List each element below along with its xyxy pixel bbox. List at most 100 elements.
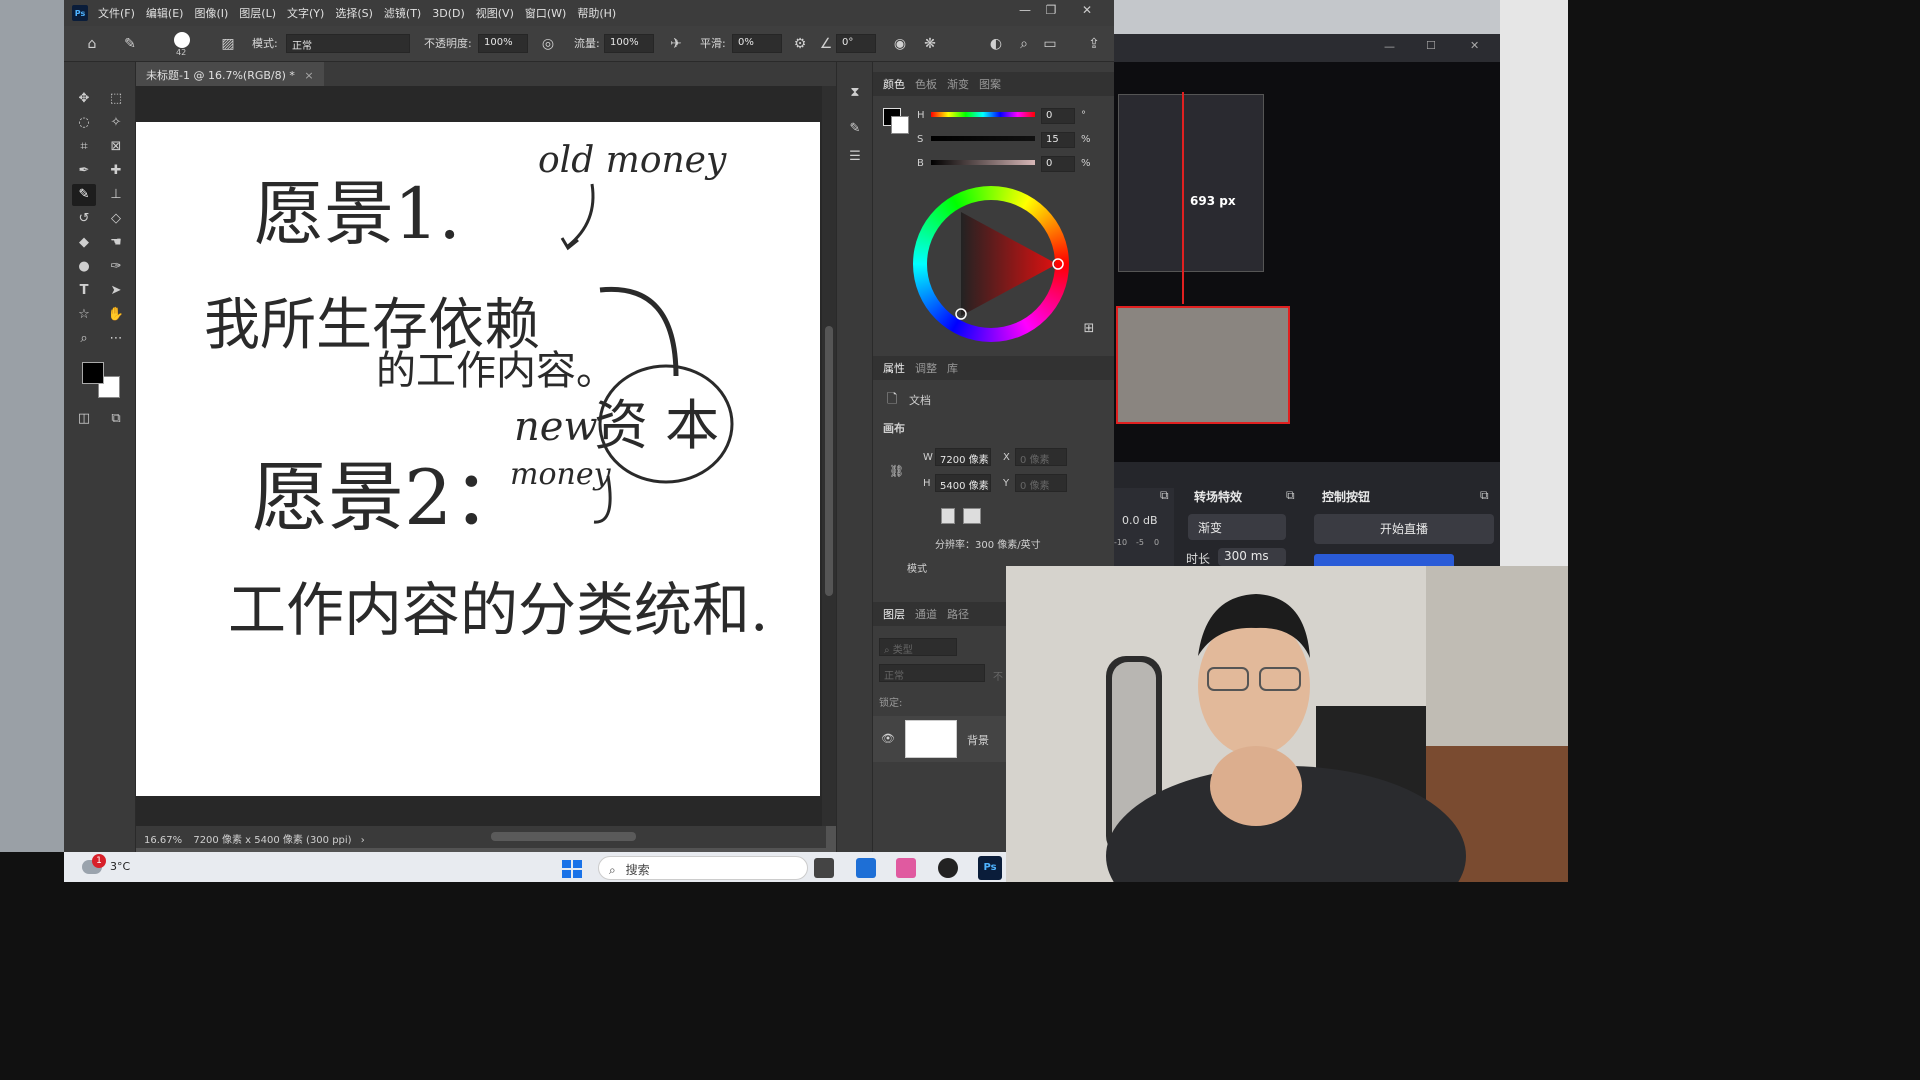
- tab-channels[interactable]: 通道: [915, 606, 937, 622]
- dodge-tool-icon[interactable]: ●: [72, 256, 96, 278]
- obs-preview[interactable]: 693 px: [1114, 62, 1500, 462]
- photoshop-taskbar-icon[interactable]: Ps: [978, 856, 1002, 880]
- zoom-tool-icon[interactable]: ⌕: [72, 328, 96, 350]
- mode-select[interactable]: 正常: [286, 34, 410, 53]
- brush-tool-icon[interactable]: ✎: [72, 184, 96, 206]
- tab-adjustments[interactable]: 调整: [915, 360, 937, 376]
- layer-filter-input[interactable]: ⌕ 类型: [879, 638, 957, 656]
- menu-edit[interactable]: 编辑(E): [146, 5, 184, 21]
- eyedropper-tool-icon[interactable]: ✒: [72, 160, 96, 182]
- magic-wand-tool-icon[interactable]: ✧: [104, 112, 128, 134]
- menu-image[interactable]: 图像(I): [194, 5, 228, 21]
- learn-icon[interactable]: ◐: [986, 34, 1006, 54]
- adjust-panel-icon[interactable]: ☰: [843, 146, 867, 168]
- canvas-width-input[interactable]: 7200 像素: [935, 448, 991, 466]
- screen-mode-icon[interactable]: ⧉: [104, 408, 128, 430]
- b-slider[interactable]: [931, 160, 1035, 165]
- zoom-level[interactable]: 16.67%: [144, 835, 182, 846]
- quick-mask-icon[interactable]: ◫: [72, 408, 96, 430]
- opacity-input[interactable]: 100%: [478, 34, 528, 53]
- share-icon[interactable]: ⇪: [1084, 34, 1104, 54]
- horizontal-scroll-thumb[interactable]: [491, 832, 636, 841]
- lasso-tool-icon[interactable]: ◌: [72, 112, 96, 134]
- frame-tool-icon[interactable]: ⊠: [104, 136, 128, 158]
- portrait-icon[interactable]: [941, 508, 955, 524]
- menu-window[interactable]: 窗口(W): [525, 5, 566, 21]
- obs-maximize-icon[interactable]: ☐: [1426, 39, 1436, 52]
- taskbar-search-box[interactable]: ⌕ 搜索: [598, 856, 808, 880]
- workspace-icon[interactable]: ▭: [1040, 34, 1060, 54]
- tab-color[interactable]: 颜色: [883, 76, 905, 92]
- app-icon-1[interactable]: [856, 858, 876, 878]
- weather-temp[interactable]: 3°C: [110, 860, 130, 873]
- transition-select[interactable]: 渐变: [1188, 514, 1286, 540]
- brush-preset-icon[interactable]: ✎: [120, 34, 140, 54]
- stamp-tool-icon[interactable]: ⊥: [104, 184, 128, 206]
- color-wheel[interactable]: [913, 186, 1069, 342]
- brush-tip-icon[interactable]: [174, 32, 190, 48]
- angle-input[interactable]: 0°: [836, 34, 876, 53]
- paint-bucket-tool-icon[interactable]: ◆: [72, 232, 96, 254]
- canvas[interactable]: 愿景1. old money 我所生存依赖 的工作内容。 new 资 本 愿景2…: [136, 122, 820, 796]
- hand-tool-icon[interactable]: ✋: [104, 304, 128, 326]
- tab-libraries[interactable]: 库: [947, 360, 958, 376]
- type-tool-icon[interactable]: T: [72, 280, 96, 302]
- expand-icon[interactable]: ⊞: [1077, 318, 1101, 340]
- crop-tool-icon[interactable]: ⌗: [72, 136, 96, 158]
- layer-row[interactable]: 👁 背景: [873, 716, 1007, 762]
- obs-minimize-icon[interactable]: —: [1384, 40, 1395, 53]
- b-input[interactable]: 0: [1041, 156, 1075, 172]
- color-triangle[interactable]: [913, 186, 1069, 342]
- tab-properties[interactable]: 属性: [883, 360, 905, 376]
- h-input[interactable]: 0: [1041, 108, 1075, 124]
- document-tab[interactable]: 未标题-1 @ 16.7%(RGB/8) * ×: [136, 62, 324, 86]
- start-stream-button[interactable]: 开始直播: [1314, 514, 1494, 544]
- menu-help[interactable]: 帮助(H): [577, 5, 616, 21]
- duration-input[interactable]: 300 ms: [1218, 548, 1286, 566]
- menu-select[interactable]: 选择(S): [335, 5, 373, 21]
- pressure-size-icon[interactable]: ◉: [890, 34, 910, 54]
- app-icon-3[interactable]: [938, 858, 958, 878]
- s-input[interactable]: 15: [1041, 132, 1075, 148]
- s-slider[interactable]: [931, 136, 1035, 141]
- status-chevron-icon[interactable]: ›: [361, 835, 365, 846]
- foreground-color-swatch[interactable]: [82, 362, 104, 384]
- flow-input[interactable]: 100%: [604, 34, 654, 53]
- close-icon[interactable]: ✕: [1076, 3, 1098, 21]
- canvas-section-title[interactable]: 画布: [883, 420, 905, 436]
- dock-undock-icon-3[interactable]: ⧉: [1480, 488, 1489, 503]
- menu-filter[interactable]: 滤镜(T): [384, 5, 421, 21]
- minimize-icon[interactable]: —: [1014, 3, 1036, 21]
- h-slider[interactable]: [931, 112, 1035, 117]
- canvas-height-input[interactable]: 5400 像素: [935, 474, 991, 492]
- pressure-opacity-icon[interactable]: ◎: [538, 34, 558, 54]
- start-recording-button[interactable]: [1314, 554, 1454, 566]
- landscape-icon[interactable]: [963, 508, 981, 524]
- app-icon-2[interactable]: [896, 858, 916, 878]
- restore-icon[interactable]: ❐: [1040, 3, 1062, 21]
- marquee-tool-icon[interactable]: ⬚: [104, 88, 128, 110]
- eraser-tool-icon[interactable]: ◇: [104, 208, 128, 230]
- bg-color-chip[interactable]: [891, 116, 909, 134]
- search-icon[interactable]: ⌕: [1014, 34, 1034, 54]
- obs-close-icon[interactable]: ✕: [1470, 39, 1479, 52]
- history-panel-icon[interactable]: ⧗: [843, 82, 867, 104]
- menu-3d[interactable]: 3D(D): [432, 7, 465, 20]
- tab-gradients[interactable]: 渐变: [947, 76, 969, 92]
- symmetry-icon[interactable]: ❋: [920, 34, 940, 54]
- menu-file[interactable]: 文件(F): [98, 5, 135, 21]
- menu-layer[interactable]: 图层(L): [239, 5, 276, 21]
- more-tools-icon[interactable]: ⋯: [104, 328, 128, 350]
- gear-icon[interactable]: ⚙: [790, 34, 810, 54]
- home-icon[interactable]: ⌂: [82, 34, 102, 54]
- start-button-icon[interactable]: [562, 860, 582, 878]
- history-brush-tool-icon[interactable]: ↺: [72, 208, 96, 230]
- tab-layers[interactable]: 图层: [883, 606, 905, 622]
- eye-icon[interactable]: 👁: [881, 732, 895, 745]
- tab-patterns[interactable]: 图案: [979, 76, 1001, 92]
- menu-type[interactable]: 文字(Y): [287, 5, 324, 21]
- canvas-y-input[interactable]: 0 像素: [1015, 474, 1067, 492]
- healing-tool-icon[interactable]: ✚: [104, 160, 128, 182]
- close-tab-icon[interactable]: ×: [304, 69, 313, 82]
- brush-settings-icon[interactable]: ▨: [218, 34, 238, 54]
